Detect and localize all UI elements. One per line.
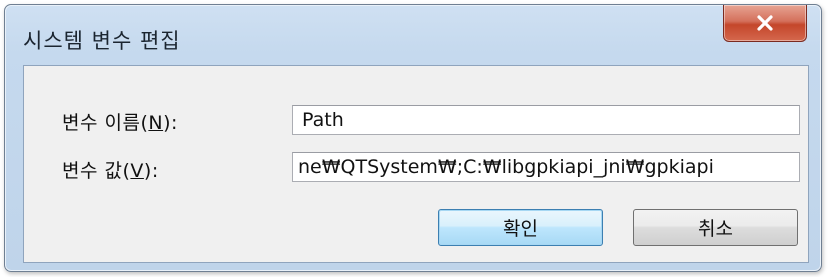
variable-value-label: 변수 값(V): [62, 160, 159, 182]
close-button[interactable] [723, 5, 807, 42]
title-bar[interactable]: 시스템 변수 편집 [5, 5, 821, 65]
variable-name-input[interactable]: Path [292, 105, 800, 135]
dialog-title: 시스템 변수 편집 [23, 29, 181, 53]
variable-name-label: 변수 이름(N): [62, 112, 178, 134]
dialog-body: 변수 이름(N): Path 변수 값(V): ne₩QTSystem₩;C:₩… [23, 65, 809, 263]
edit-system-variable-dialog: 시스템 변수 편집 변수 이름(N): Path 변수 값(V): ne₩QTS… [4, 4, 822, 272]
cancel-button[interactable]: 취소 [633, 209, 798, 246]
close-icon [756, 15, 774, 31]
ok-button[interactable]: 확인 [438, 209, 603, 246]
variable-value-input[interactable]: ne₩QTSystem₩;C:₩libgpkiapi_jni₩gpkiapi [292, 152, 800, 182]
